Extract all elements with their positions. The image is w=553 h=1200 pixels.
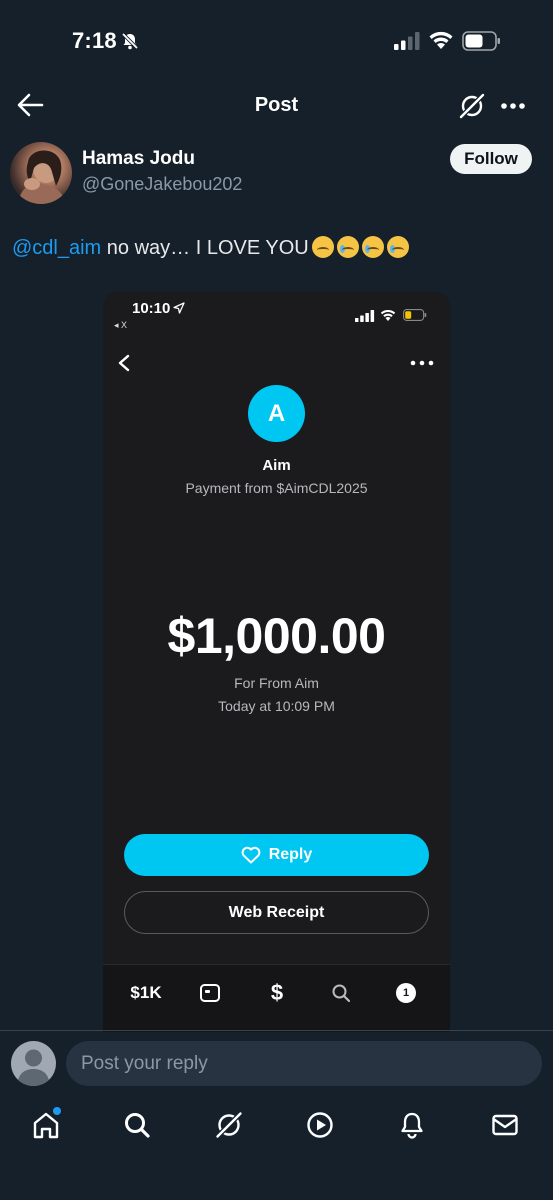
pleading-face-emoji-icon (311, 236, 334, 258)
divider (0, 1030, 553, 1031)
embedded-signal-icon (355, 310, 375, 322)
mention-link[interactable]: @cdl_aim (12, 237, 101, 259)
payer-avatar: A (248, 385, 305, 442)
author-avatar[interactable] (10, 142, 72, 204)
embedded-back-chevron-icon (118, 354, 130, 372)
embedded-card-icon (199, 982, 221, 1004)
payer-name: Aim (262, 457, 291, 474)
cellular-signal-icon (394, 32, 420, 50)
embedded-tab-balance: $1K (130, 983, 162, 1002)
location-arrow-icon (173, 302, 185, 314)
embedded-search-icon (330, 982, 352, 1004)
embedded-tab-pay: $ (270, 980, 284, 1005)
embedded-reply-label: Reply (268, 846, 313, 863)
post-media-image[interactable]: 10:10 ◂ X A Aim Payment from $AimCDL2025… (103, 292, 450, 1032)
post-body: no way… I LOVE YOU (101, 237, 309, 259)
search-icon[interactable] (122, 1110, 152, 1140)
embedded-tab-bar: $1K $ 1 (103, 964, 450, 1032)
video-play-icon[interactable] (305, 1110, 335, 1140)
post-text: @cdl_aim no way… I LOVE YOU (12, 236, 409, 260)
crying-face-emoji-icon (386, 236, 409, 258)
bell-muted-icon (121, 32, 139, 50)
author-name[interactable]: Hamas Jodu (82, 148, 195, 170)
payment-source: Payment from $AimCDL2025 (185, 480, 368, 496)
payment-note: For From Aim (234, 675, 319, 691)
embedded-web-receipt-button: Web Receipt (124, 891, 429, 934)
embedded-battery-icon (403, 309, 427, 321)
grok-icon[interactable] (214, 1110, 244, 1140)
embedded-back-to-app: ◂ X (114, 320, 128, 330)
crying-face-emoji-icon (361, 236, 384, 258)
status-time: 7:18 (72, 28, 117, 53)
home-icon[interactable] (31, 1110, 61, 1140)
embedded-wifi-icon (380, 309, 396, 321)
mail-icon[interactable] (490, 1110, 520, 1140)
embedded-status-time: 10:10 (132, 300, 171, 317)
payment-amount: $1,000.00 (167, 608, 386, 664)
embedded-reply-button: Reply (124, 834, 429, 876)
payment-date: Today at 10:09 PM (218, 698, 335, 714)
battery-icon (462, 31, 500, 51)
wifi-icon (429, 31, 453, 49)
activity-badge: 1 (396, 983, 416, 1003)
grok-icon[interactable] (458, 92, 486, 120)
bell-icon[interactable] (397, 1110, 427, 1140)
embedded-tab-activity: 1 (395, 982, 417, 1004)
crying-face-emoji-icon (336, 236, 359, 258)
embedded-more-icon (410, 360, 434, 366)
reply-input[interactable] (66, 1041, 542, 1086)
author-handle[interactable]: @GoneJakebou202 (82, 174, 242, 195)
current-user-avatar[interactable] (11, 1041, 56, 1086)
follow-button[interactable]: Follow (450, 144, 532, 174)
heart-icon (241, 846, 261, 864)
more-options-icon[interactable] (500, 100, 526, 112)
